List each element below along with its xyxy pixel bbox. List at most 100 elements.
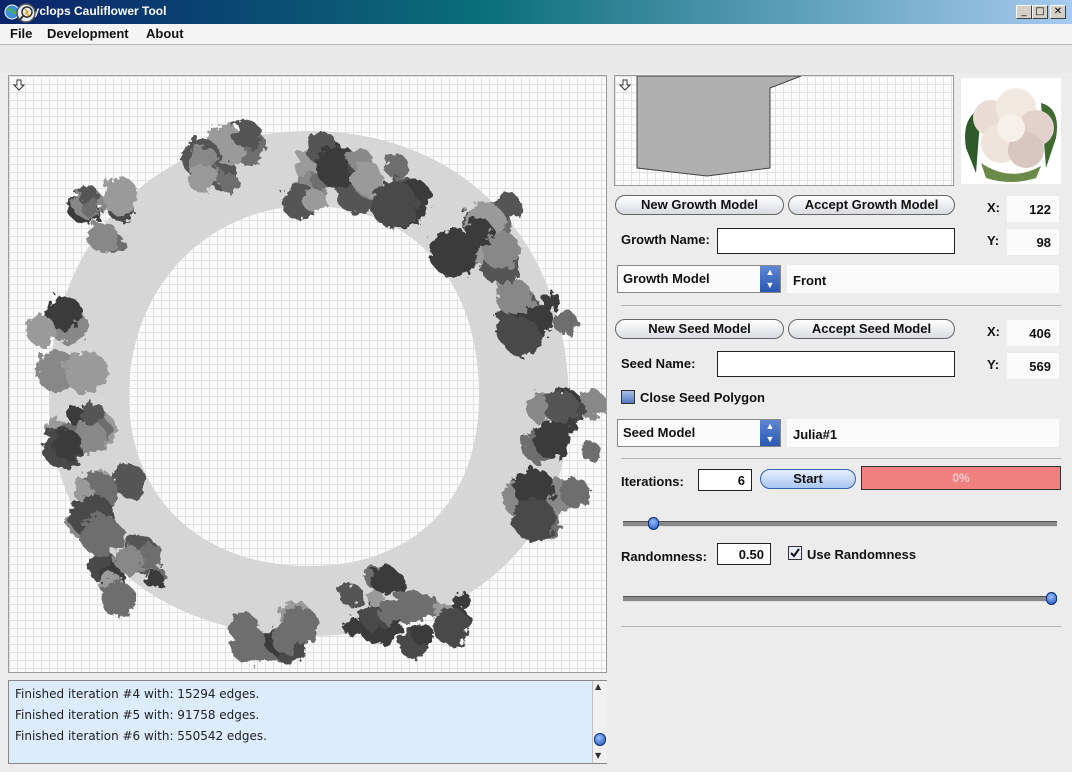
fractal-blob	[100, 523, 126, 549]
log-line: Finished iteration #6 with: 550542 edges…	[15, 729, 267, 743]
fractal-blob	[503, 318, 542, 358]
fractal-blob	[496, 279, 533, 317]
fractal-canvas[interactable]	[8, 75, 607, 673]
fractal-blob	[432, 607, 470, 645]
seed-preview-canvas[interactable]	[614, 75, 954, 186]
log-line: Finished iteration #5 with: 91758 edges.	[15, 708, 260, 722]
menu-about[interactable]: About	[146, 26, 184, 41]
close-button[interactable]: ✕	[1050, 5, 1066, 19]
seed-preview-shape	[636, 76, 802, 177]
seed-model-select-label: Seed Model	[623, 425, 696, 440]
use-randomness-checkbox[interactable]	[788, 546, 802, 560]
fractal-blob	[302, 188, 326, 212]
fractal-blob	[72, 480, 93, 501]
fractal-blob	[377, 600, 403, 625]
iterations-slider-track[interactable]	[623, 521, 1057, 527]
log-scrollbar[interactable]: ▲ ▼	[592, 681, 607, 763]
fractal-blob	[464, 217, 493, 247]
checkmark-icon	[790, 548, 800, 558]
randomness-input[interactable]: 0.50	[717, 543, 771, 565]
maximize-button[interactable]: □	[1032, 5, 1048, 19]
menu-development[interactable]: Development	[47, 26, 129, 41]
scroll-thumb[interactable]	[594, 733, 606, 746]
fractal-blob	[370, 180, 418, 228]
fractal-blob	[560, 477, 591, 508]
iterations-input[interactable]: 6	[698, 469, 752, 491]
accept-growth-model-button[interactable]: Accept Growth Model	[788, 195, 955, 215]
log-panel: Finished iteration #4 with: 15294 edges.…	[8, 680, 607, 764]
start-button[interactable]: Start	[760, 469, 856, 489]
separator	[621, 626, 1061, 627]
scroll-up-icon[interactable]: ▲	[595, 682, 601, 691]
seed-x-value: 406	[1007, 320, 1059, 346]
growth-y-value: 98	[1007, 229, 1059, 255]
iterations-label: Iterations:	[621, 474, 684, 489]
fractal-blob	[187, 163, 218, 193]
progress-bar: 0%	[861, 466, 1061, 490]
growth-model-select[interactable]: Growth Model ▲ ▼	[617, 265, 781, 293]
progress-text: 0%	[952, 471, 970, 485]
growth-x-label: X:	[987, 200, 1000, 215]
new-seed-model-button[interactable]: New Seed Model	[615, 319, 784, 339]
fractal-blob	[232, 120, 262, 150]
seed-y-value: 569	[1007, 353, 1059, 379]
cauliflower-photo	[961, 78, 1061, 184]
seed-name-input[interactable]	[717, 351, 955, 377]
fractal-blob	[81, 401, 106, 426]
fractal-blob	[81, 197, 101, 217]
fractal-blob	[114, 545, 144, 575]
fractal-blob	[512, 497, 556, 542]
fractal-blob	[51, 429, 82, 460]
menu-file[interactable]: File	[10, 26, 32, 41]
new-growth-model-button[interactable]: New Growth Model	[615, 195, 784, 215]
fractal-blob	[65, 351, 109, 395]
seed-model-select[interactable]: Seed Model ▲ ▼	[617, 419, 781, 447]
separator	[621, 458, 1061, 459]
growth-x-value: 122	[1007, 196, 1059, 222]
randomness-label: Randomness:	[621, 549, 707, 564]
fractal-blob	[270, 622, 303, 655]
growth-model-select-label: Growth Model	[623, 271, 710, 286]
fractal-blob	[87, 221, 119, 253]
minimize-button[interactable]: _	[1016, 5, 1032, 19]
seed-model-value: Julia#1	[787, 419, 1059, 447]
growth-name-label: Growth Name:	[621, 232, 710, 247]
fractal-blob	[339, 583, 363, 607]
accept-seed-model-button[interactable]: Accept Seed Model	[788, 319, 955, 339]
growth-y-label: Y:	[987, 233, 1000, 248]
use-randomness-label: Use Randomness	[807, 547, 917, 562]
fractal-blob	[100, 177, 139, 216]
fractal-blob	[370, 564, 400, 594]
fractal-blob	[342, 617, 362, 637]
close-seed-polygon-label: Close Seed Polygon	[640, 390, 765, 405]
fractal-blob	[26, 316, 57, 347]
close-seed-polygon-checkbox[interactable]	[621, 390, 635, 404]
magnifier-tool-icon[interactable]	[14, 2, 40, 26]
fractal-blob	[230, 626, 268, 665]
randomness-slider-track[interactable]	[623, 596, 1057, 602]
cauliflower-fractal-drawing	[26, 120, 606, 665]
fractal-blob	[553, 310, 578, 335]
seed-name-label: Seed Name:	[621, 356, 696, 371]
down-arrow-icon	[13, 79, 25, 91]
fractal-blob	[544, 390, 579, 425]
fractal-blob	[581, 441, 601, 462]
randomness-slider-thumb[interactable]	[1046, 592, 1057, 605]
fractal-blob	[454, 591, 471, 609]
seed-y-label: Y:	[987, 357, 1000, 372]
seed-x-label: X:	[987, 324, 1000, 339]
window-title: Cyclops Cauliflower Tool	[24, 4, 167, 18]
fractal-blob	[100, 581, 137, 617]
down-arrow-icon	[619, 79, 631, 91]
growth-name-input[interactable]	[717, 228, 955, 254]
separator	[621, 305, 1061, 306]
log-line: Finished iteration #4 with: 15294 edges.	[15, 687, 260, 701]
growth-model-value: Front	[787, 265, 1059, 293]
scroll-down-icon[interactable]: ▼	[595, 751, 601, 760]
toolbar	[0, 45, 1072, 73]
fractal-blob	[144, 569, 164, 589]
chevron-updown-icon: ▲ ▼	[760, 420, 780, 446]
fractal-blob	[383, 153, 408, 178]
fractal-blob	[411, 623, 434, 645]
chevron-updown-icon: ▲ ▼	[760, 266, 780, 292]
